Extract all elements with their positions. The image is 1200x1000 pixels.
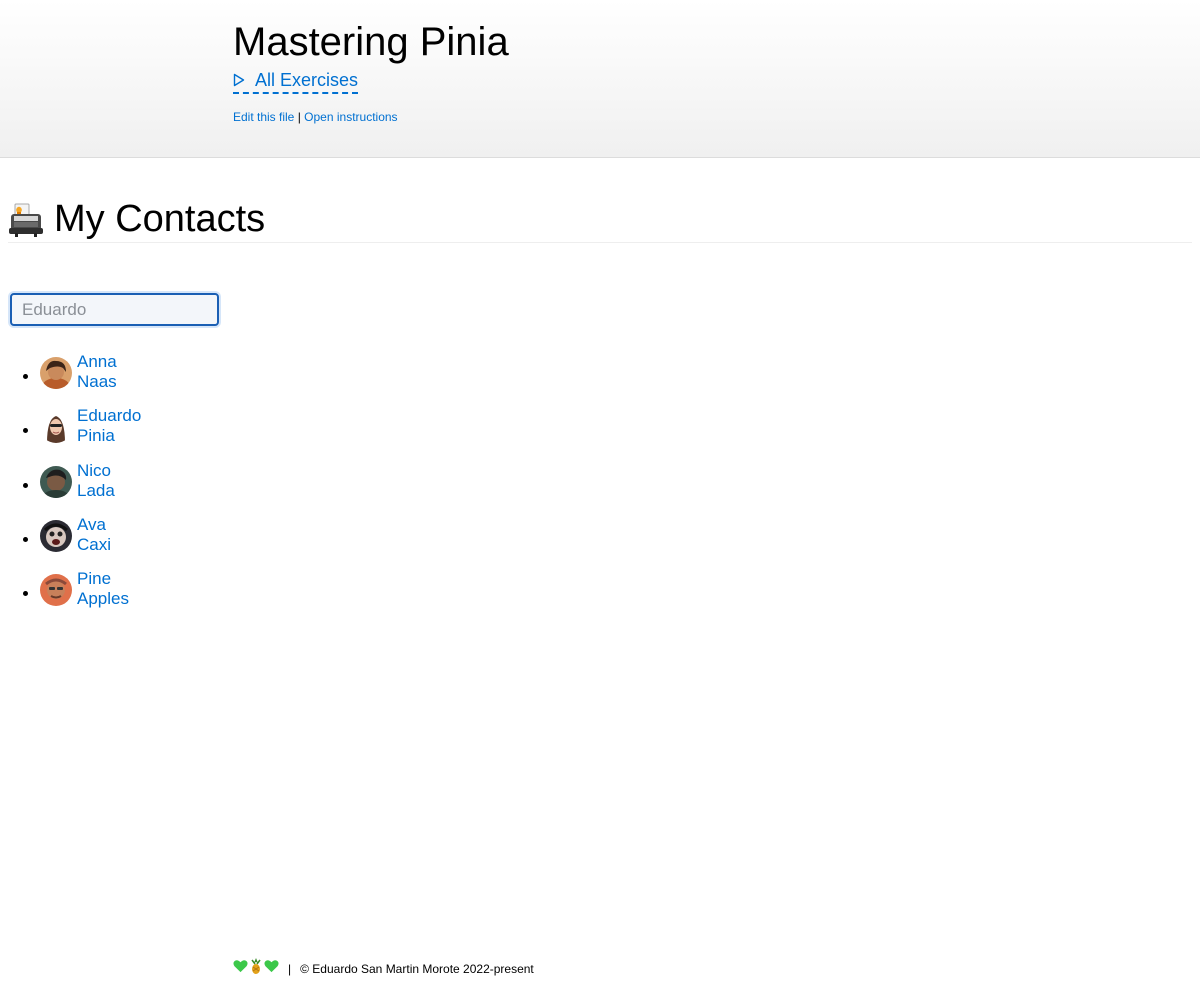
contact-name: Ava Caxi [77, 514, 112, 554]
green-heart-icon [264, 959, 279, 978]
header-link-separator: | [297, 110, 301, 124]
contact-link[interactable]: Anna Naas [40, 352, 117, 391]
edit-file-link[interactable]: Edit this file [233, 110, 294, 124]
contact-name: Nico Lada [77, 460, 115, 500]
page-title-text: My Contacts [54, 198, 266, 240]
copyright-text: © Eduardo San Martin Morote 2022-present [300, 961, 534, 976]
search-input[interactable] [10, 293, 219, 326]
site-footer: | © Eduardo San Martin Morote 2022-prese… [233, 958, 534, 979]
contact-link[interactable]: Pine Apples [40, 569, 129, 609]
play-triangle-icon [233, 73, 245, 87]
avatar [40, 465, 72, 498]
avatar [40, 357, 72, 389]
all-exercises-link[interactable]: All Exercises [233, 68, 359, 94]
site-title: Mastering Pinia [233, 20, 509, 64]
bullet [23, 591, 28, 597]
bullet [23, 482, 28, 488]
page-title: My Contacts [8, 197, 1192, 243]
contact-name: Pine Apples [77, 569, 129, 609]
header-links: Edit this file | Open instructions [233, 109, 398, 125]
footer-icons [233, 958, 279, 979]
contact-link[interactable]: Nico Lada [40, 460, 115, 500]
contact-link[interactable]: Eduardo Pinia [40, 406, 142, 446]
pineapple-icon [249, 958, 263, 979]
avatar [40, 574, 72, 607]
bullet [23, 536, 28, 542]
contact-name: Anna Naas [77, 352, 117, 391]
avatar [40, 519, 72, 552]
bullet [23, 428, 28, 434]
site-header: Mastering Pinia All Exercises Edit this … [0, 0, 1200, 158]
avatar [40, 411, 72, 444]
contact-name: Eduardo Pinia [77, 406, 142, 446]
bullet [23, 374, 28, 379]
footer-separator: | [288, 961, 292, 976]
all-exercises-label: All Exercises [255, 70, 359, 90]
rolodex-icon [8, 202, 44, 238]
contact-link[interactable]: Ava Caxi [40, 514, 112, 554]
open-instructions-link[interactable]: Open instructions [304, 110, 397, 124]
green-heart-icon [233, 959, 248, 978]
